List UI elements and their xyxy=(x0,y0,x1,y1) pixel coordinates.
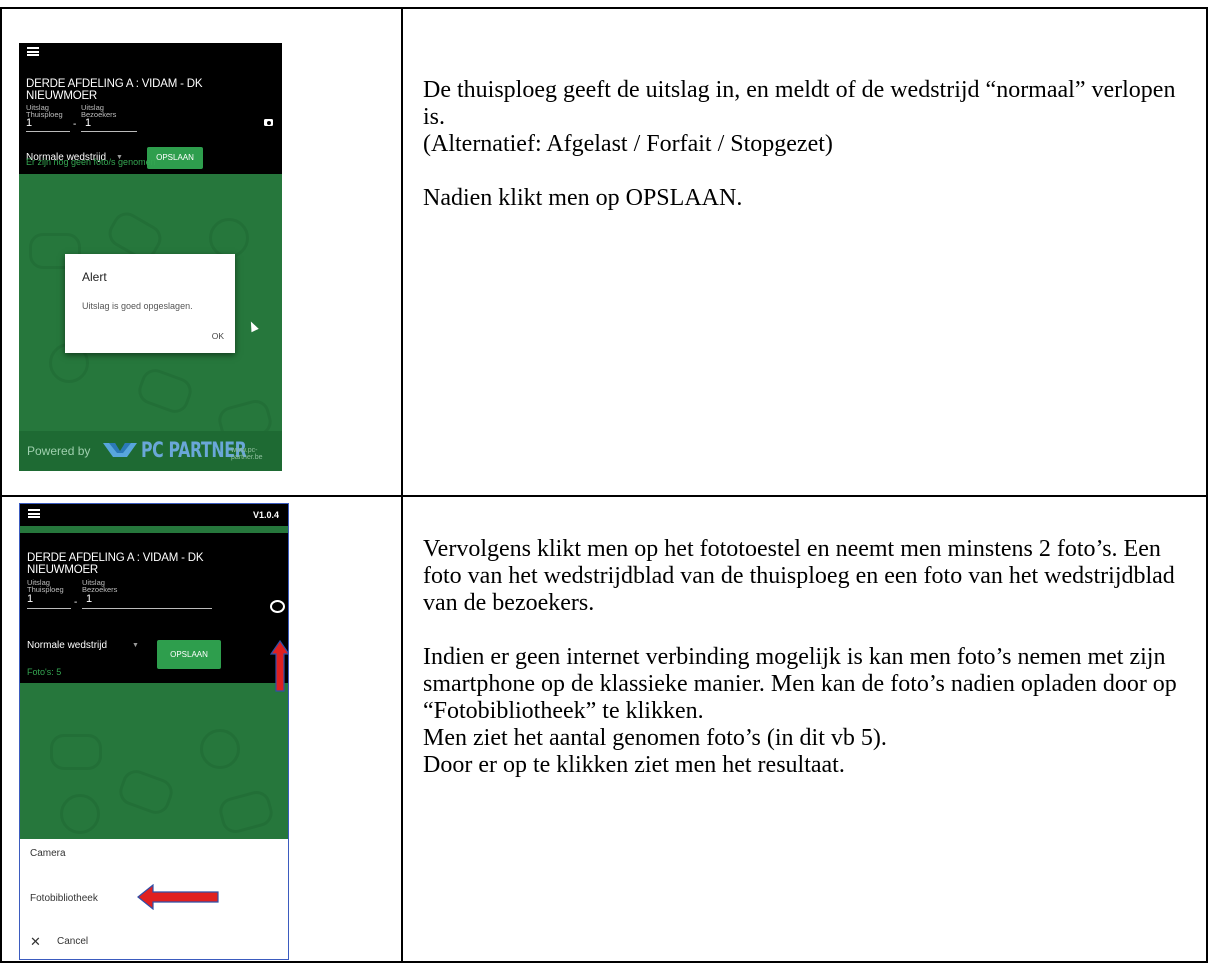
chevron-down-icon: ▼ xyxy=(132,642,139,649)
powered-by-text: Powered by xyxy=(27,444,91,458)
home-score-input[interactable]: 1 xyxy=(26,117,32,129)
match-title: NIEUWMOER xyxy=(27,564,99,576)
paragraph: Indien er geen internet verbinding mogel… xyxy=(423,644,1177,724)
left-arrow-icon xyxy=(137,884,219,910)
version-label: V1.0.4 xyxy=(252,510,279,520)
paragraph: Nadien klikt men op OPSLAAN. xyxy=(423,185,743,211)
partner-logo-icon xyxy=(103,443,137,457)
brand-url: www.pc-partner.be xyxy=(231,447,263,461)
description-cell: Vervolgens klikt men op het fototoestel … xyxy=(401,495,1208,963)
paragraph: (Alternatief: Afgelast / Forfait / Stopg… xyxy=(423,131,833,157)
paragraph: Men ziet het aantal genomen foto’s (in d… xyxy=(423,725,887,751)
score-separator: - xyxy=(74,597,78,608)
input-underline xyxy=(82,608,212,609)
match-type-select[interactable]: Normale wedstrijd xyxy=(27,640,107,651)
input-underline xyxy=(27,608,71,609)
paragraph: Door er op te klikken ziet men het resul… xyxy=(423,752,845,778)
save-button[interactable]: OPSLAAN xyxy=(157,640,221,669)
home-score-input[interactable]: 1 xyxy=(27,593,33,605)
paragraph: Vervolgens klikt men op het fototoestel … xyxy=(423,536,1175,616)
input-underline xyxy=(26,131,70,132)
camera-option[interactable]: Camera xyxy=(30,848,66,859)
app-screenshot-alert: DERDE AFDELING A : VIDAM - DK NIEUWMOER … xyxy=(19,43,282,471)
menu-icon[interactable] xyxy=(28,509,40,518)
alert-title: Alert xyxy=(82,270,107,284)
alert-message: Uitslag is goed opgeslagen. xyxy=(82,301,193,311)
match-header: DERDE AFDELING A : VIDAM - DK NIEUWMOER … xyxy=(20,533,288,683)
menu-icon[interactable] xyxy=(27,47,39,56)
app-toolbar xyxy=(19,43,282,63)
photo-status[interactable]: Er zijn nog geen foto/s genomen xyxy=(26,157,156,167)
away-score-input[interactable]: 1 xyxy=(85,117,91,129)
description-cell: De thuisploeg geeft de uitslag in, en me… xyxy=(401,7,1208,497)
cancel-option[interactable]: Cancel xyxy=(57,936,88,947)
close-icon[interactable]: ✕ xyxy=(30,934,41,950)
match-title: DERDE AFDELING A : VIDAM - DK NIEUWMOER xyxy=(26,78,203,102)
input-underline xyxy=(81,131,137,132)
camera-icon[interactable] xyxy=(264,119,273,126)
app-screenshot-photos: V1.0.4 DERDE AFDELING A : VIDAM - DK NIE… xyxy=(19,503,289,960)
away-score-input[interactable]: 1 xyxy=(86,593,92,605)
ok-button[interactable]: OK xyxy=(212,331,224,341)
app-toolbar: V1.0.4 xyxy=(20,504,288,526)
photo-count[interactable]: Foto's: 5 xyxy=(27,667,61,677)
photo-library-option[interactable]: Fotobibliotheek xyxy=(30,893,98,904)
paragraph: De thuisploeg geeft de uitslag in, en me… xyxy=(423,77,1176,130)
camera-icon[interactable] xyxy=(270,600,285,613)
photo-source-sheet: Camera Fotobibliotheek ✕ Cancel xyxy=(20,839,288,959)
score-separator: - xyxy=(73,119,77,130)
app-footer: Powered by PC PARTNER www.pc-partner.be xyxy=(19,431,282,471)
alert-dialog: Alert Uitslag is goed opgeslagen. OK xyxy=(65,254,235,353)
up-arrow-icon xyxy=(270,640,288,692)
match-title: DERDE AFDELING A : VIDAM - DK xyxy=(27,552,204,564)
